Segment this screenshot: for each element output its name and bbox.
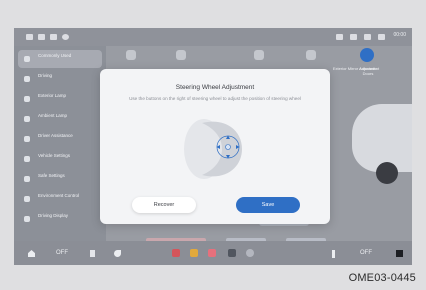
navigation-app-icon[interactable]: [208, 249, 216, 257]
sidebar-item-label: Commonly Used: [38, 53, 72, 58]
sidebar-item-label: Ambient Lamp: [38, 113, 68, 118]
leaf-icon: [24, 196, 30, 202]
sidebar-item-driver-assistance[interactable]: Driver Assistance: [18, 130, 102, 148]
signal-icon: [336, 34, 343, 40]
radio-app-icon[interactable]: [190, 249, 198, 257]
steering-wheel-dialog: Steering Wheel Adjustment Use the button…: [100, 69, 330, 224]
dialog-title: Steering Wheel Adjustment: [175, 84, 255, 91]
sidebar-item-label: Vehicle Settings: [38, 153, 71, 158]
record-icon[interactable]: [62, 34, 69, 40]
sidebar-item-driving-display[interactable]: Driving Display: [18, 210, 102, 228]
figure-code: OME03-0445: [348, 272, 416, 284]
steering-wheel-illustration: [182, 113, 250, 185]
vehicle-icon: [24, 156, 30, 162]
car-wheel-image: [376, 162, 398, 184]
sidebar-item-label: Driving Display: [38, 213, 69, 218]
power-icon[interactable]: [396, 250, 403, 257]
wifi-icon: [350, 34, 357, 40]
sidebar-item-driving[interactable]: Driving: [18, 70, 102, 88]
sidebar-item-environment-control[interactable]: Environment Control: [18, 190, 102, 208]
wheel-tile-icon[interactable]: [176, 50, 186, 60]
star-icon: [24, 56, 30, 62]
taskbar: OFF OFF: [14, 241, 412, 265]
status-time: 00:00: [393, 32, 406, 38]
assist-icon: [24, 136, 30, 142]
connection-icon[interactable]: [38, 34, 45, 40]
recover-button[interactable]: Recover: [132, 197, 196, 213]
seat-heat-icon[interactable]: [332, 250, 335, 258]
sidebar-item-label: Driver Assistance: [38, 133, 73, 138]
phone-icon[interactable]: [114, 250, 121, 257]
sidebar-item-label: Driving: [38, 73, 53, 78]
car-icon: [24, 76, 30, 82]
rear-climate-status[interactable]: OFF: [360, 250, 372, 256]
battery-icon: [378, 34, 385, 40]
apps-app-icon[interactable]: [228, 249, 236, 257]
status-bar: 00:00: [14, 28, 412, 46]
sidebar-item-ambient-lamp[interactable]: Ambient Lamp: [18, 110, 102, 128]
fan-icon[interactable]: [90, 250, 95, 257]
mirror-tile-icon[interactable]: [306, 50, 316, 60]
sidebar-item-safe-settings[interactable]: Safe Settings: [18, 170, 102, 188]
camera-app-icon[interactable]: [246, 249, 254, 257]
climate-status[interactable]: OFF: [56, 250, 68, 256]
sidebar-item-label: Environment Control: [38, 193, 80, 198]
home-icon[interactable]: [28, 250, 35, 257]
ambient-lamp-icon: [24, 116, 30, 122]
automatic-doors-icon[interactable]: [360, 48, 374, 62]
music-app-icon[interactable]: [172, 249, 180, 257]
light-tile-icon[interactable]: [254, 50, 264, 60]
infotainment-screen: 00:00 Commonly Used Driving Exterior Lam…: [14, 28, 412, 265]
sound-icon[interactable]: [26, 34, 33, 40]
media-icon[interactable]: [50, 34, 57, 40]
lamp-icon: [24, 96, 30, 102]
bluetooth-icon: [364, 34, 371, 40]
sidebar-item-label: Safe Settings: [38, 173, 65, 178]
save-button[interactable]: Save: [236, 197, 300, 213]
dialog-description: Use the buttons on the right of steering…: [129, 96, 301, 101]
shield-icon: [24, 176, 30, 182]
sidebar-item-commonly-used[interactable]: Commonly Used: [18, 50, 102, 68]
sidebar-item-label: Exterior Lamp: [38, 93, 67, 98]
automatic-doors-label: Automatic Doors: [359, 66, 377, 76]
settings-sidebar: Commonly Used Driving Exterior Lamp Ambi…: [14, 46, 106, 241]
display-icon: [24, 216, 30, 222]
seat-tile-icon[interactable]: [126, 50, 136, 60]
sidebar-item-vehicle-settings[interactable]: Vehicle Settings: [18, 150, 102, 168]
steering-wheel-icon: [184, 119, 242, 179]
sidebar-item-exterior-lamp[interactable]: Exterior Lamp: [18, 90, 102, 108]
